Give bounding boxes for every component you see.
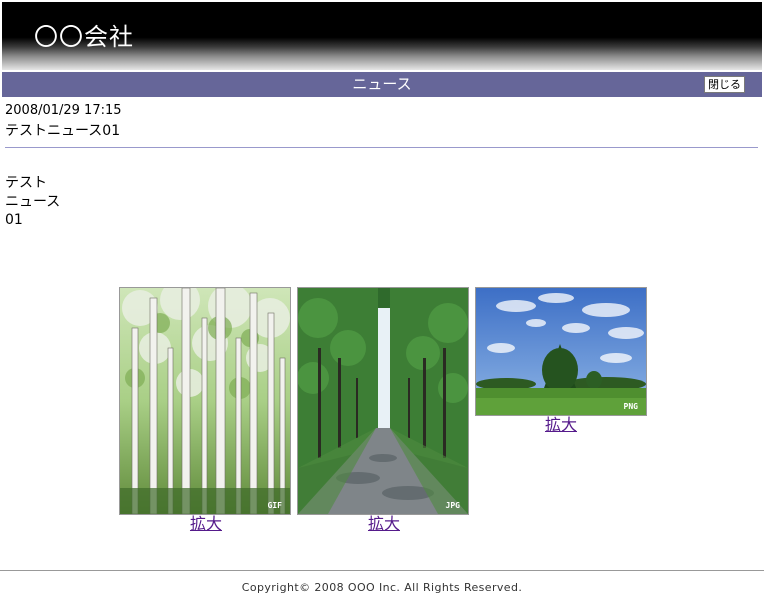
image-format-badge: PNG [623,402,638,411]
site-header: 〇〇会社 [2,2,762,70]
image-format-badge: GIF [267,501,282,510]
footer-divider [0,570,764,571]
enlarge-link-1[interactable]: 拡大 [176,514,236,534]
enlarge-link-2[interactable]: 拡大 [354,514,414,534]
divider [5,147,758,148]
sky-tree-photo: PNG [475,287,647,416]
news-body-line: 01 [5,212,23,228]
tree-lined-road-photo: JPG [297,287,469,515]
page-title: ニュース [352,75,412,93]
copyright-text: Copyright© 2008 OOO Inc. All Rights Rese… [241,581,523,594]
enlarge-link-3[interactable]: 拡大 [531,415,591,435]
image-format-badge: JPG [445,501,460,510]
news-body: テスト ニュース 01 [5,174,60,230]
news-title: テストニュース01 [5,123,121,139]
close-button[interactable]: 閉じる [704,76,745,93]
company-name: 〇〇会社 [34,23,134,51]
news-datetime: 2008/01/29 17:15 [5,103,122,118]
news-body-line: ニュース [5,193,61,210]
birch-forest-photo: GIF [119,287,291,515]
title-bar: ニュース 閉じる [2,72,762,97]
news-body-line: テスト [5,175,47,191]
